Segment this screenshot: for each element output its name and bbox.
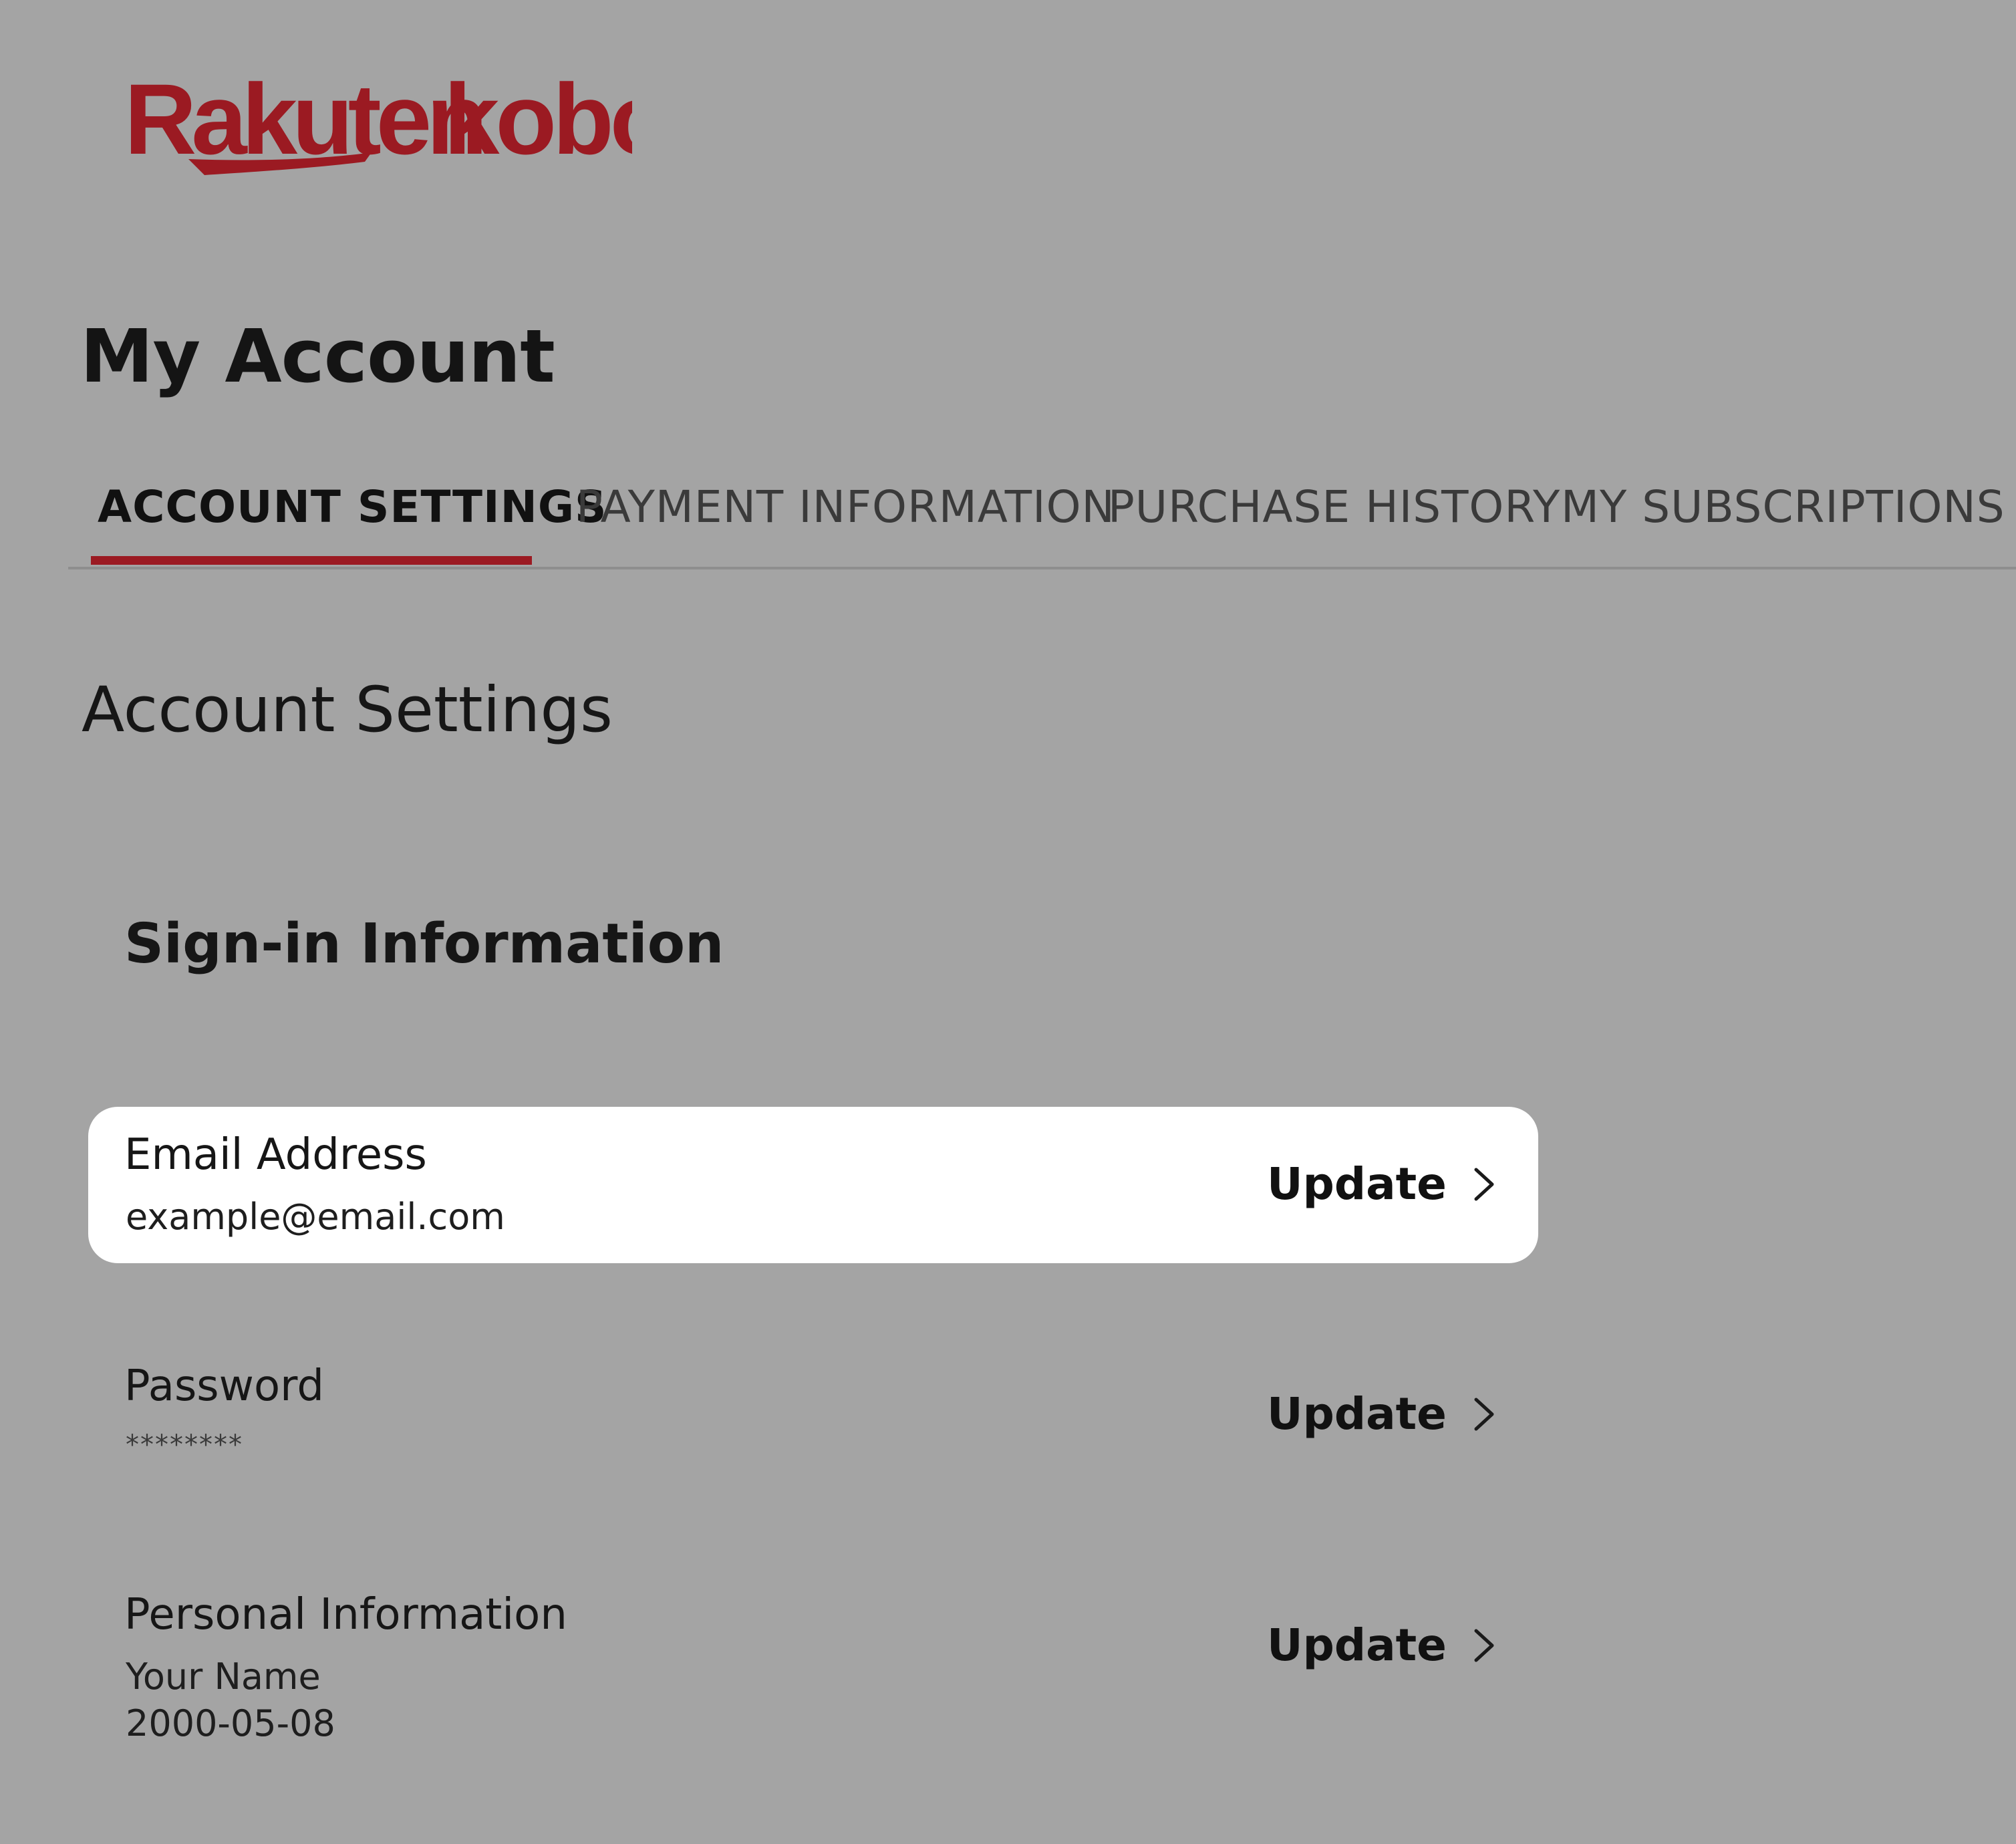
update-password-label: Update: [1267, 1388, 1447, 1440]
email-address-value: example@email.com: [126, 1196, 505, 1238]
password-label: Password: [124, 1361, 324, 1411]
personal-birthdate-value: 2000-05-08: [126, 1702, 335, 1744]
update-email-button[interactable]: Update: [1267, 1158, 1497, 1211]
update-password-button[interactable]: Update: [1267, 1388, 1497, 1441]
personal-information-label: Personal Information: [124, 1590, 567, 1639]
active-tab-indicator: [91, 556, 532, 565]
account-tabs: ACCOUNT SETTINGS PAYMENT INFORMATION PUR…: [68, 468, 2016, 569]
password-value: ********: [126, 1430, 243, 1460]
update-personal-information-label: Update: [1267, 1619, 1447, 1671]
section-title: Account Settings: [82, 674, 613, 747]
chevron-right-icon: [1474, 1168, 1494, 1201]
email-address-label: Email Address: [124, 1130, 427, 1180]
chevron-right-icon: [1474, 1629, 1494, 1662]
update-personal-information-button[interactable]: Update: [1267, 1619, 1497, 1672]
tab-purchase-history[interactable]: PURCHASE HISTORY: [1108, 485, 1560, 529]
chevron-right-icon: [1474, 1398, 1494, 1431]
rakuten-kobo-logo[interactable]: Rakuten kobo: [124, 75, 632, 182]
personal-name-value: Your Name: [126, 1656, 321, 1698]
email-address-row: Email Address example@email.com Update: [88, 1107, 1538, 1263]
sign-in-information-heading: Sign-in Information: [124, 912, 724, 976]
personal-information-row: Personal Information Your Name 2000-05-0…: [88, 1569, 1538, 1756]
page-title: My Account: [80, 313, 555, 399]
update-email-label: Update: [1267, 1158, 1447, 1210]
tab-my-subscriptions[interactable]: MY SUBSCRIPTIONS: [1561, 485, 2005, 529]
svg-text:kobo: kobo: [444, 75, 632, 175]
password-row: Password ******** Update: [88, 1338, 1538, 1472]
tab-payment-information[interactable]: PAYMENT INFORMATION: [576, 485, 1115, 529]
tab-account-settings[interactable]: ACCOUNT SETTINGS: [98, 485, 607, 529]
